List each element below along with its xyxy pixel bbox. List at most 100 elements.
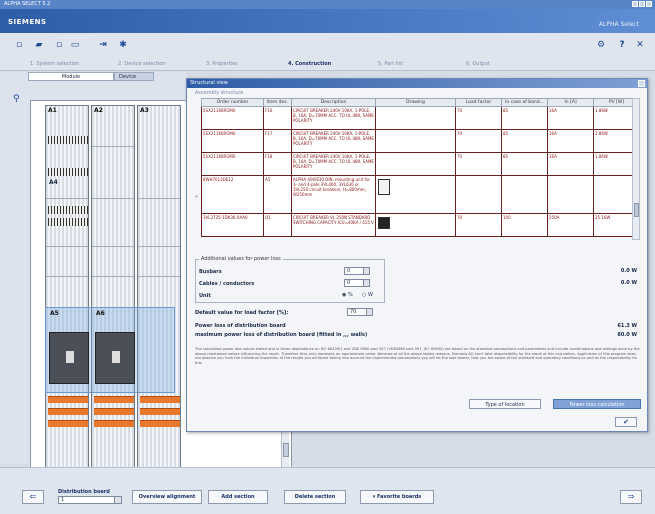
busbar <box>48 396 88 403</box>
busbar <box>94 396 134 403</box>
ok-button[interactable]: ✔ <box>615 417 637 427</box>
cell-load[interactable]: 70 <box>455 106 502 130</box>
exit-icon[interactable]: ✕ <box>635 40 645 50</box>
unit-watt-radio[interactable]: ○ W <box>362 292 373 298</box>
favorite-boards-button[interactable]: ▾ Favorite boards <box>360 490 434 504</box>
col-band[interactable]: In case of band... <box>501 98 548 107</box>
table-row[interactable]: 5SX21166RGM0 F17 CIRCUIT BREAKER 240V 10… <box>201 129 640 153</box>
cables-power-value: 0.0 W <box>620 280 637 286</box>
main-toolbar: ▫ ▰ ▫ ▭ ⇥ ✱ ⚙ ? ✕ <box>0 33 655 59</box>
rack-label: A6 <box>96 310 105 317</box>
table-row[interactable]: 3VL3725-1DK36-0AA0 Q1 CIRCUIT BREAKER VL… <box>201 213 640 237</box>
cell-band: 85 <box>501 152 548 176</box>
rail <box>138 198 180 199</box>
selected-section[interactable]: A5 A6 <box>45 307 175 393</box>
close-icon[interactable] <box>646 1 652 7</box>
col-order-number[interactable]: Order number <box>201 98 264 107</box>
unit-percent-radio[interactable]: ◉ % <box>342 292 353 298</box>
step-part-list[interactable]: 5. Part list <box>378 61 403 67</box>
busbars-stepper[interactable]: 0 <box>344 267 370 275</box>
table-scrollbar[interactable] <box>632 98 640 240</box>
terminal-row <box>48 218 88 226</box>
busbar <box>94 408 134 415</box>
cell-order: 3VL3725-1DK36-0AA0 <box>201 213 264 237</box>
cell-load[interactable]: 70 <box>455 152 502 176</box>
step-construction[interactable]: 4. Construction <box>288 61 331 67</box>
open-folder-icon[interactable]: ▰ <box>34 40 44 50</box>
cell-item: Q1 <box>263 213 292 237</box>
add-section-button[interactable]: Add section <box>208 490 268 504</box>
previous-button[interactable]: ⇐ <box>22 490 44 504</box>
busbar <box>140 396 180 403</box>
new-file-icon[interactable]: ▫ <box>14 40 24 50</box>
cell-load[interactable]: 70 <box>455 129 502 153</box>
row-indicator: » <box>195 194 199 200</box>
table-row[interactable]: 5SX21166RGM0 F16 CIRCUIT BREAKER 240V 10… <box>201 106 640 130</box>
table-header: Order number Item des. Description Drawi… <box>201 98 640 107</box>
step-device-selection[interactable]: 2. Device selection <box>118 61 166 67</box>
max-power-loss-label: maximum power loss of distribution board… <box>195 332 368 338</box>
rack-label: A3 <box>140 107 149 114</box>
rack-column[interactable]: A1 <box>45 105 89 469</box>
distribution-board-select[interactable]: 1 <box>58 496 122 504</box>
tab-module[interactable]: Module <box>28 72 114 81</box>
power-loss-calculation-button[interactable]: Power loss calculation <box>553 399 641 409</box>
rail <box>138 276 180 277</box>
cell-order: 8WH7013DE12 <box>201 175 264 214</box>
distribution-board-label: Distribution board <box>58 489 110 495</box>
zoom-icon[interactable]: ⚲ <box>13 94 20 104</box>
step-output[interactable]: 6. Output <box>466 61 490 67</box>
busbar <box>140 408 180 415</box>
rack-column[interactable]: A3 <box>137 105 181 469</box>
scroll-thumb[interactable] <box>634 203 639 217</box>
cell-order: 5SX21166RGM0 <box>201 106 264 130</box>
table-row[interactable]: 8WH7013DE12 A5 ALPHA 400/630 DIN, mounti… <box>201 175 640 214</box>
circuit-breaker-module[interactable] <box>49 332 89 384</box>
cell-in <box>547 175 594 214</box>
structural-view-dialog: Structural view Assembly structure Order… <box>186 78 648 432</box>
col-drawing[interactable]: Drawing <box>375 98 456 107</box>
cell-desc: CIRCUIT BREAKER 240V 10KA, 1-POLE, B, 16… <box>291 152 376 176</box>
table-row[interactable]: 5SX21166RGM0 F18 CIRCUIT BREAKER 240V 10… <box>201 152 640 176</box>
rack-label: A2 <box>94 107 103 114</box>
step-properties[interactable]: 3. Properties <box>206 61 238 67</box>
close-icon[interactable] <box>638 80 645 87</box>
col-in[interactable]: In [A] <box>547 98 594 107</box>
cell-drawing <box>375 152 456 176</box>
delete-section-button[interactable]: Delete section <box>284 490 346 504</box>
cell-in: 250A <box>547 213 594 237</box>
cell-load[interactable]: 70 <box>455 213 502 237</box>
settings-icon[interactable]: ✱ <box>118 40 128 50</box>
type-of-location-button[interactable]: Type of location <box>469 399 541 409</box>
cell-desc: CIRCUIT BREAKER 240V 10KA, 1-POLE, B, 16… <box>291 129 376 153</box>
drawing-thumbnail[interactable] <box>378 217 390 229</box>
rack-column[interactable]: A2 <box>91 105 135 469</box>
col-load-factor[interactable]: Load factor <box>455 98 502 107</box>
circuit-breaker-module[interactable] <box>95 332 135 384</box>
tab-device[interactable]: Device <box>114 72 154 81</box>
rail <box>92 276 134 277</box>
save-icon[interactable]: ▫ <box>54 40 64 50</box>
overview-alignment-button[interactable]: Overview alignment <box>132 490 202 504</box>
tools-icon[interactable]: ⚙ <box>596 40 606 50</box>
cell-in: 16A <box>547 106 594 130</box>
maximize-icon[interactable] <box>639 1 645 7</box>
cables-stepper[interactable]: 0 <box>344 279 370 287</box>
bottom-bar: ⇐ Distribution board 1 Overview alignmen… <box>0 467 655 514</box>
export-icon[interactable]: ⇥ <box>98 40 108 50</box>
default-load-stepper[interactable]: 70 <box>347 308 373 316</box>
scroll-thumb[interactable] <box>283 443 289 457</box>
print-icon[interactable]: ▭ <box>70 40 80 50</box>
cell-load[interactable] <box>455 175 502 214</box>
next-button[interactable]: ⇒ <box>620 490 642 504</box>
step-system-selection[interactable]: 1. System selection <box>30 61 79 67</box>
drawing-thumbnail[interactable] <box>378 179 390 195</box>
col-item-des[interactable]: Item des. <box>263 98 292 107</box>
help-icon[interactable]: ? <box>617 40 627 50</box>
cell-drawing <box>375 213 456 237</box>
rail <box>46 276 88 277</box>
minimize-icon[interactable] <box>632 1 638 7</box>
busbar <box>140 420 180 427</box>
col-description[interactable]: Description <box>291 98 376 107</box>
unit-percent-label: % <box>347 292 353 298</box>
